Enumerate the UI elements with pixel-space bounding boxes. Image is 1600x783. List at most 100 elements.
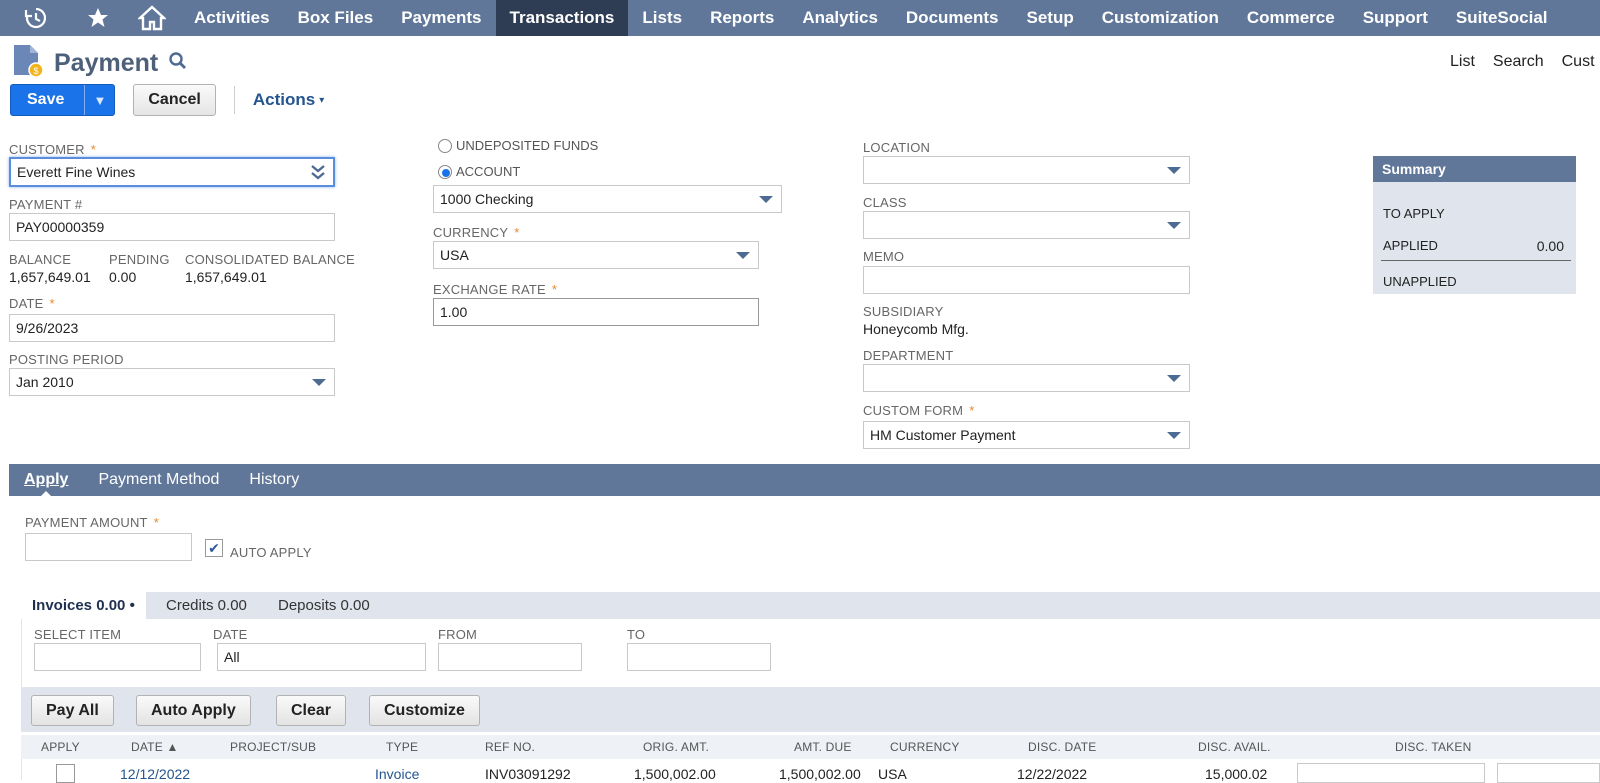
page-links: List Search Cust	[1450, 53, 1595, 71]
menu-transactions[interactable]: Transactions	[495, 0, 629, 36]
from-date-field[interactable]	[438, 643, 582, 671]
search-icon[interactable]	[168, 51, 188, 76]
home-icon[interactable]	[124, 0, 180, 36]
customer-value: Everett Fine Wines	[17, 164, 136, 180]
payment-number-field[interactable]: PAY00000359	[9, 213, 335, 241]
menu-customization[interactable]: Customization	[1088, 0, 1233, 36]
menu-activities[interactable]: Activities	[180, 0, 284, 36]
tab-deposits[interactable]: Deposits 0.00	[278, 592, 370, 619]
menu-suitesocial[interactable]: SuiteSocial	[1442, 0, 1562, 36]
menu-support[interactable]: Support	[1349, 0, 1442, 36]
table-header: APPLY DATE ▲ PROJECT/SUB TYPE REF NO. OR…	[21, 735, 1600, 759]
auto-apply-checkbox[interactable]: ✔	[205, 539, 223, 557]
to-date-field[interactable]	[627, 643, 771, 671]
filter-date-label: DATE	[213, 627, 248, 642]
exchange-rate-field[interactable]: 1.00	[433, 298, 759, 326]
col-ref-no[interactable]: REF NO.	[485, 740, 535, 754]
consolidated-balance-label: CONSOLIDATED BALANCE	[185, 252, 355, 267]
col-disc-date[interactable]: DISC. DATE	[1028, 740, 1096, 754]
row-apply-checkbox[interactable]	[56, 764, 75, 783]
actions-menu[interactable]: Actions ▾	[253, 90, 324, 110]
custom-form-select[interactable]: HM Customer Payment	[863, 421, 1190, 449]
menu-analytics[interactable]: Analytics	[788, 0, 892, 36]
col-disc-taken[interactable]: DISC. TAKEN	[1395, 740, 1471, 754]
cancel-button[interactable]: Cancel	[133, 84, 216, 116]
applied-label: APPLIED	[1383, 238, 1438, 253]
menu-lists[interactable]: Lists	[628, 0, 696, 36]
col-currency[interactable]: CURRENCY	[890, 740, 960, 754]
customize-link[interactable]: Cust	[1562, 53, 1595, 71]
department-label: DEPARTMENT	[863, 348, 954, 363]
menu-commerce[interactable]: Commerce	[1233, 0, 1349, 36]
top-navigation: Activities Box Files Payments Transactio…	[0, 0, 1600, 36]
posting-period-select[interactable]: Jan 2010	[9, 368, 335, 396]
to-apply-label: TO APPLY	[1383, 206, 1445, 221]
col-orig-amt[interactable]: ORIG. AMT.	[643, 740, 709, 754]
dropdown-arrow-icon	[1167, 432, 1181, 439]
location-select[interactable]	[863, 156, 1190, 184]
dropdown-arrow-icon	[1167, 167, 1181, 174]
col-date[interactable]: DATE ▲	[131, 740, 179, 754]
from-label: FROM	[438, 627, 478, 642]
class-select[interactable]	[863, 211, 1190, 239]
col-type[interactable]: TYPE	[386, 740, 418, 754]
save-button[interactable]: Save	[11, 85, 84, 115]
tab-history[interactable]: History	[234, 464, 314, 496]
tab-credits[interactable]: Credits 0.00	[166, 592, 247, 619]
currency-select[interactable]: USA	[433, 241, 759, 269]
save-dropdown-button[interactable]: ▼	[84, 85, 114, 115]
select-item-label: SELECT ITEM	[34, 627, 122, 642]
tab-invoices[interactable]: Invoices 0.00 •	[21, 592, 146, 619]
menu-reports[interactable]: Reports	[696, 0, 788, 36]
dropdown-arrow-icon	[1167, 222, 1181, 229]
customize-button[interactable]: Customize	[369, 695, 480, 726]
date-label: DATE *	[9, 296, 55, 311]
double-chevron-icon[interactable]	[310, 163, 326, 184]
col-project-sub[interactable]: PROJECT/SUB	[230, 740, 316, 754]
dropdown-arrow-icon	[1167, 375, 1181, 382]
select-item-field[interactable]	[34, 643, 201, 671]
col-apply[interactable]: APPLY	[41, 740, 80, 754]
unapplied-label: UNAPPLIED	[1383, 274, 1457, 289]
to-label: TO	[627, 627, 646, 642]
payment-amount-field[interactable]	[25, 533, 192, 561]
auto-apply-label: AUTO APPLY	[230, 545, 312, 560]
star-icon[interactable]	[72, 0, 124, 36]
pay-all-button[interactable]: Pay All	[31, 695, 114, 726]
menu-setup[interactable]: Setup	[1012, 0, 1087, 36]
page-title: Payment	[54, 49, 159, 77]
clear-button[interactable]: Clear	[276, 695, 347, 726]
undeposited-funds-radio[interactable]: UNDEPOSITED FUNDS	[438, 138, 598, 153]
balance-label: BALANCE	[9, 252, 72, 267]
customer-field[interactable]: Everett Fine Wines	[9, 157, 335, 187]
auto-apply-button[interactable]: Auto Apply	[136, 695, 251, 726]
memo-label: MEMO	[863, 249, 905, 264]
menu-documents[interactable]: Documents	[892, 0, 1013, 36]
filter-date-field[interactable]: All	[217, 643, 426, 671]
menu-box-files[interactable]: Box Files	[284, 0, 388, 36]
tab-payment-method[interactable]: Payment Method	[83, 464, 234, 496]
subtab-bar: Apply Payment Method History	[9, 464, 1600, 497]
row-payment-field[interactable]	[1497, 763, 1600, 783]
row-disc-taken-field[interactable]	[1297, 763, 1485, 783]
account-select[interactable]: 1000 Checking	[433, 185, 782, 213]
recent-records-icon[interactable]	[0, 0, 72, 36]
col-disc-avail[interactable]: DISC. AVAIL.	[1198, 740, 1271, 754]
memo-field[interactable]	[863, 266, 1190, 294]
page-header: $ Payment	[12, 44, 188, 83]
divider	[233, 86, 235, 114]
svg-text:$: $	[33, 66, 38, 76]
col-amt-due[interactable]: AMT. DUE	[794, 740, 852, 754]
search-link[interactable]: Search	[1493, 53, 1544, 71]
department-select[interactable]	[863, 364, 1190, 392]
list-link[interactable]: List	[1450, 53, 1475, 71]
subsidiary-label: SUBSIDIARY	[863, 304, 944, 319]
exchange-rate-label: EXCHANGE RATE *	[433, 282, 558, 297]
summary-title: Summary	[1373, 156, 1576, 182]
posting-period-label: POSTING PERIOD	[9, 352, 124, 367]
tab-apply[interactable]: Apply	[9, 464, 83, 497]
dropdown-arrow-icon	[759, 196, 773, 203]
date-field[interactable]: 9/26/2023	[9, 314, 335, 342]
menu-payments[interactable]: Payments	[387, 0, 495, 36]
account-radio[interactable]: ACCOUNT	[438, 164, 520, 179]
